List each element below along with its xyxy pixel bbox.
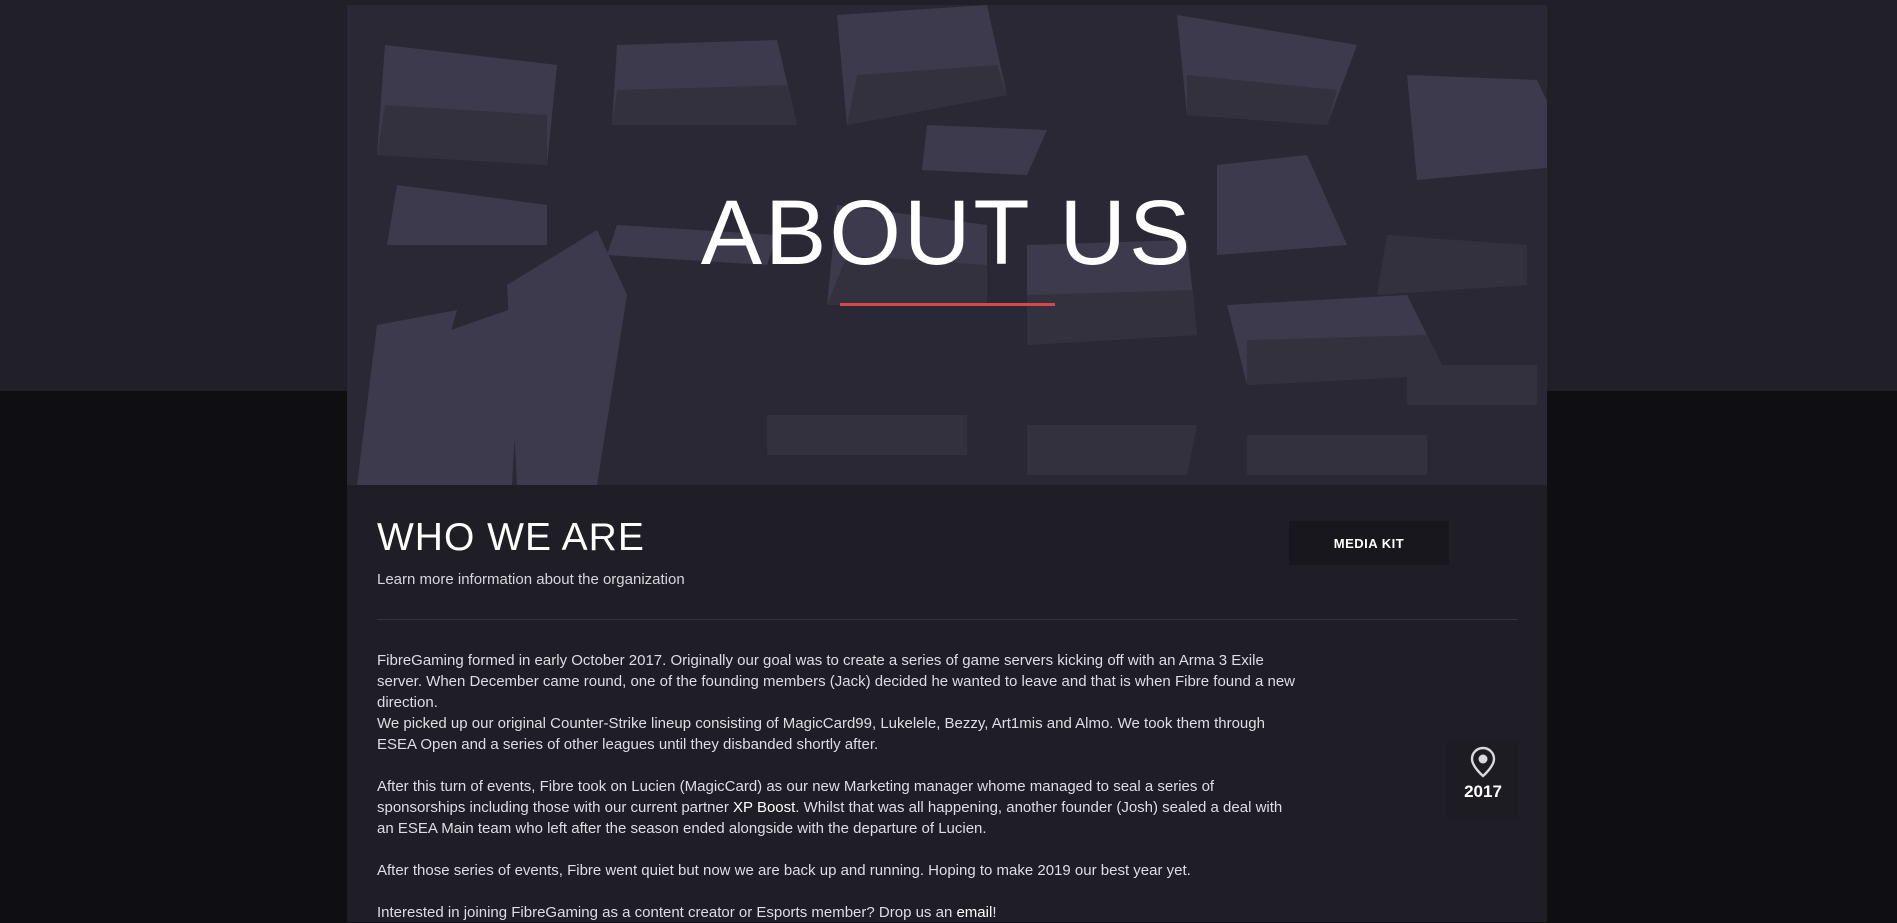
paragraph-comeback: After those series of events, Fibre went… xyxy=(377,862,1191,879)
title-underline xyxy=(840,303,1055,306)
hero-banner: ABOUT US xyxy=(347,5,1547,485)
media-kit-button[interactable]: MEDIA KIT xyxy=(1289,521,1449,565)
page-title: ABOUT US xyxy=(700,182,1194,284)
about-body-text: FibreGaming formed in early October 2017… xyxy=(377,650,1297,923)
paragraph-contact-text-end: ! xyxy=(992,904,997,921)
location-pin-icon xyxy=(1470,746,1496,778)
section-divider xyxy=(377,619,1517,620)
paragraph-cs-lineup: We picked up our original Counter-Strike… xyxy=(377,715,1265,753)
paragraph-sponsorships: After this turn of events, Fibre took on… xyxy=(377,776,1297,839)
section-title: WHO WE ARE xyxy=(377,516,645,559)
paragraph-origin: FibreGaming formed in early October 2017… xyxy=(377,652,1296,711)
email-link[interactable]: email xyxy=(956,904,992,921)
paragraph-contact-text: Interested in joining FibreGaming as a c… xyxy=(377,904,957,921)
timeline-marker[interactable]: 2017 xyxy=(1447,740,1519,820)
about-content-panel: WHO WE ARE Learn more information about … xyxy=(347,485,1547,922)
timeline-year: 2017 xyxy=(1464,782,1502,801)
section-subtitle: Learn more information about the organiz… xyxy=(377,571,685,588)
paragraph-contact: Interested in joining FibreGaming as a c… xyxy=(377,902,1297,923)
page-container: ABOUT US WHO WE ARE Learn more informati… xyxy=(347,0,1547,922)
xp-boost-link[interactable]: XP Boost xyxy=(733,799,795,816)
